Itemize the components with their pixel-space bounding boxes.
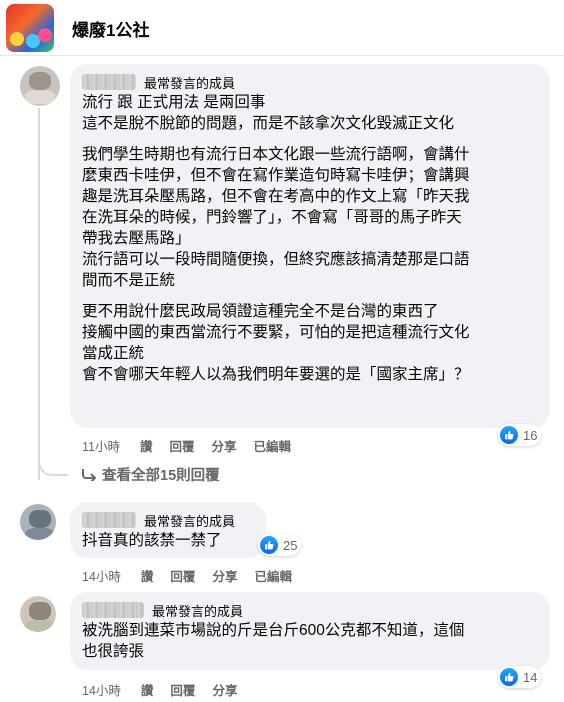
- group-name[interactable]: 爆廢1公社: [72, 16, 149, 41]
- comment-text-paragraph: 流行 跟 正式用法 是兩回事 這不是脫不脫節的問題，而是不該拿次文化毀滅正文化: [82, 94, 455, 132]
- comment-actions: 11小時 讚 回覆 分享 已編輯: [82, 436, 308, 455]
- author-name-redacted[interactable]: [82, 74, 136, 90]
- reply-connector: [38, 452, 68, 476]
- reaction-number: 16: [523, 427, 538, 443]
- comment-text-paragraph: 被洗腦到連菜市場說的斤是台斤600公克都不知道，這個 也很誇張: [82, 622, 465, 660]
- thumbs-up-icon: [500, 668, 518, 686]
- group-avatar[interactable]: [6, 4, 54, 52]
- comment-actions: 14小時 讚 回覆 分享: [82, 680, 254, 699]
- member-badge: 最常發言的成員: [144, 75, 236, 91]
- avatar[interactable]: [20, 66, 60, 106]
- reply-button[interactable]: 回覆: [170, 436, 195, 455]
- like-button[interactable]: 讚: [140, 436, 153, 455]
- group-header: 爆廢1公社: [0, 0, 564, 56]
- reaction-count[interactable]: 25: [258, 534, 302, 556]
- like-button[interactable]: 讚: [141, 680, 154, 699]
- share-button[interactable]: 分享: [212, 566, 237, 585]
- author-name-redacted[interactable]: [82, 512, 136, 528]
- share-button[interactable]: 分享: [212, 436, 237, 455]
- reply-arrow-icon: [82, 468, 96, 481]
- comment-text-paragraph: 抖音真的該禁一禁了: [82, 532, 222, 549]
- edited-label[interactable]: 已編輯: [254, 436, 292, 455]
- member-badge: 最常發言的成員: [152, 603, 244, 619]
- comment-time[interactable]: 14小時: [82, 566, 121, 585]
- comment-text-paragraph: 我們學生時期也有流行日本文化跟一些流行語啊，會講什 麼東西卡哇伊，但不會在寫作業…: [82, 146, 470, 289]
- comment-time[interactable]: 14小時: [82, 680, 121, 699]
- member-badge: 最常發言的成員: [144, 513, 236, 529]
- reaction-count[interactable]: 14: [498, 666, 542, 688]
- thumbs-up-icon: [500, 426, 518, 444]
- reaction-count[interactable]: 16: [498, 424, 542, 446]
- comment-author: 最常發言的成員: [82, 510, 254, 530]
- comment-bubble: 最常發言的成員 被洗腦到連菜市場說的斤是台斤600公克都不知道，這個 也很誇張: [70, 592, 550, 670]
- share-button[interactable]: 分享: [212, 680, 237, 699]
- thumbs-up-icon: [260, 536, 278, 554]
- comment-actions: 14小時 讚 回覆 分享 已編輯: [82, 566, 309, 585]
- comment-bubble: 最常發言的成員 流行 跟 正式用法 是兩回事 這不是脫不脫節的問題，而是不該拿次…: [70, 64, 550, 428]
- edited-label[interactable]: 已編輯: [254, 566, 292, 585]
- like-button[interactable]: 讚: [141, 566, 154, 585]
- comment-time[interactable]: 11小時: [82, 436, 120, 455]
- reaction-number: 25: [283, 537, 298, 553]
- view-more-label[interactable]: 查看全部15則回覆: [102, 464, 220, 485]
- view-more-replies[interactable]: 查看全部15則回覆: [82, 464, 220, 485]
- reaction-number: 14: [523, 669, 538, 685]
- avatar[interactable]: [20, 596, 56, 632]
- comment-author: 最常發言的成員: [82, 72, 538, 92]
- reply-button[interactable]: 回覆: [170, 566, 195, 585]
- thread-line: [38, 108, 40, 480]
- reply-button[interactable]: 回覆: [170, 680, 195, 699]
- comment-bubble: 最常發言的成員 抖音真的該禁一禁了: [70, 502, 266, 558]
- comment-author: 最常發言的成員: [82, 600, 538, 620]
- comment-text-paragraph: 更不用說什麼民政局領證這種完全不是台灣的東西了 接觸中國的東西當流行不要緊，可怕…: [82, 303, 470, 383]
- avatar[interactable]: [20, 504, 56, 540]
- author-name-redacted[interactable]: [82, 602, 144, 618]
